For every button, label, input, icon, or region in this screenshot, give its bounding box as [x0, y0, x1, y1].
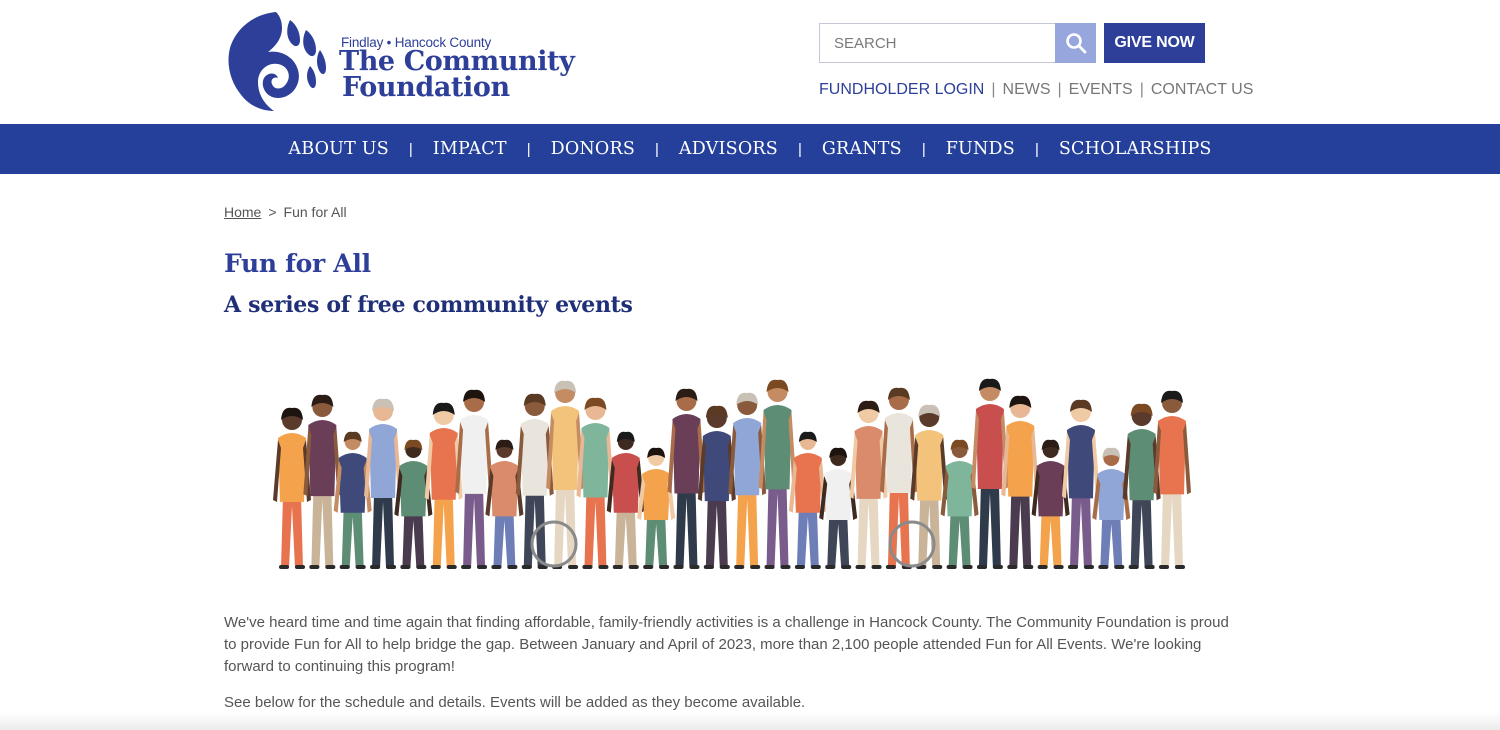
- nav-about-us[interactable]: ABOUT US: [288, 139, 389, 159]
- contact-us-link[interactable]: CONTACT US: [1151, 81, 1254, 98]
- nav-funds[interactable]: FUNDS: [946, 139, 1015, 159]
- crowd-person: [1092, 447, 1131, 569]
- utility-separator: |: [991, 81, 996, 98]
- breadcrumb: Home > Fun for All: [224, 204, 347, 220]
- nav-separator: |: [1034, 140, 1039, 158]
- nav-donors[interactable]: DONORS: [551, 139, 635, 159]
- crowd-person: [364, 398, 403, 569]
- diverse-crowd-illustration: [273, 378, 1191, 569]
- search-icon: [1065, 33, 1086, 54]
- utility-nav: FUNDHOLDER LOGIN | NEWS | EVENTS | CONTACT US: [819, 81, 1253, 99]
- crowd-person: [1031, 439, 1070, 569]
- main-nav: ABOUT US | IMPACT | DONORS | ADVISORS | …: [0, 124, 1500, 174]
- breadcrumb-home-link[interactable]: Home: [224, 204, 261, 220]
- nav-scholarships[interactable]: SCHOLARSHIPS: [1059, 139, 1212, 159]
- nav-impact[interactable]: IMPACT: [433, 139, 507, 159]
- fundholder-login-link[interactable]: FUNDHOLDER LOGIN: [819, 81, 984, 98]
- nav-separator: |: [526, 140, 531, 158]
- schedule-note-paragraph: See below for the schedule and details. …: [224, 694, 806, 711]
- events-link[interactable]: EVENTS: [1069, 81, 1133, 98]
- bottom-shadow: [0, 712, 1500, 730]
- nav-separator: |: [408, 140, 413, 158]
- breadcrumb-separator: >: [268, 204, 277, 220]
- news-link[interactable]: NEWS: [1003, 81, 1051, 98]
- foundation-logo-icon: [228, 12, 326, 111]
- breadcrumb-current: Fun for All: [283, 204, 347, 220]
- crowd-person: [394, 439, 433, 569]
- utility-separator: |: [1139, 81, 1144, 98]
- intro-paragraph: We've heard time and time again that fin…: [224, 614, 1229, 675]
- utility-separator: |: [1057, 81, 1062, 98]
- nav-separator: |: [797, 140, 802, 158]
- crowd-person: [1061, 399, 1100, 569]
- logo-name-line2: Foundation: [342, 72, 510, 103]
- search-button[interactable]: [1055, 23, 1096, 63]
- crowd-person: [333, 431, 372, 569]
- page-subtitle: A series of free community events: [224, 292, 633, 318]
- nav-grants[interactable]: GRANTS: [822, 139, 902, 159]
- site-logo[interactable]: Findlay • Hancock County The Community F…: [224, 10, 575, 114]
- search-input[interactable]: [820, 24, 1055, 62]
- nav-separator: |: [921, 140, 926, 158]
- site-header: Findlay • Hancock County The Community F…: [0, 0, 1500, 124]
- give-now-button[interactable]: GIVE NOW: [1104, 23, 1205, 63]
- crowd-person: [485, 439, 524, 569]
- nav-advisors[interactable]: ADVISORS: [679, 139, 778, 159]
- crowd-person: [606, 431, 645, 569]
- search-box: [819, 23, 1056, 63]
- nav-separator: |: [655, 140, 659, 158]
- crowd-person: [788, 431, 827, 569]
- page-title: Fun for All: [224, 249, 371, 278]
